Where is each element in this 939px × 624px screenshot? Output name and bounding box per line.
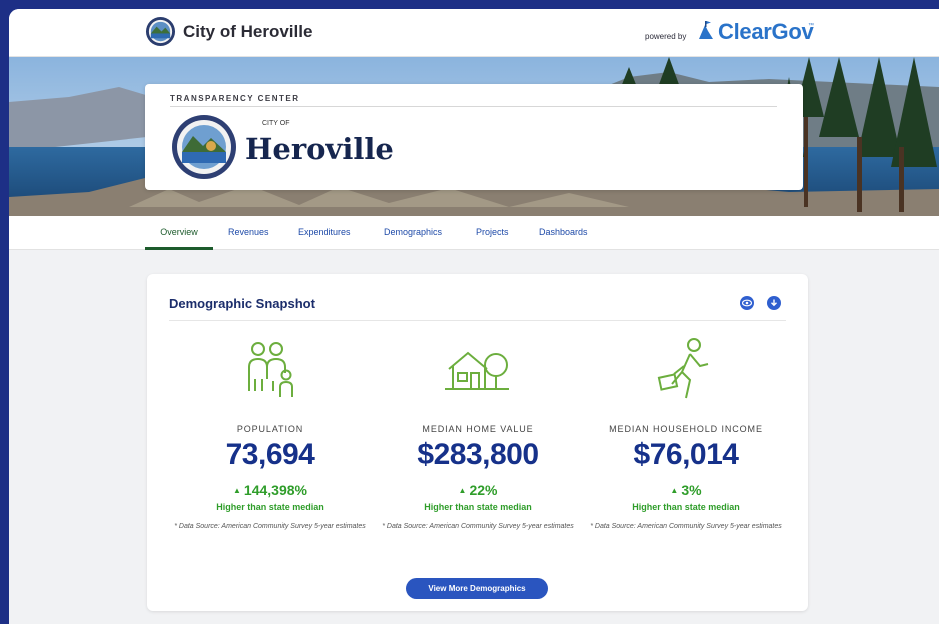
change-value: 144,398% [243, 482, 307, 498]
divider [170, 106, 777, 107]
transparency-center-card: TRANSPARENCY CENTER CITY OF Heroville [145, 84, 803, 190]
cleargov-brand[interactable]: ClearGov [718, 19, 814, 45]
comparison-text: Higher than state median [632, 502, 740, 512]
cleargov-logo-icon[interactable] [696, 19, 716, 41]
hero-banner: TRANSPARENCY CENTER CITY OF Heroville [9, 57, 939, 216]
eye-icon[interactable] [740, 296, 754, 310]
stat-change: ▲ 144,398% [163, 482, 377, 498]
tab-demographics[interactable]: Demographics [384, 216, 442, 250]
data-source-note: * Data Source: American Community Survey… [590, 523, 782, 530]
tab-projects[interactable]: Projects [476, 216, 509, 250]
browser-frame: City of Heroville powered by ClearGov ™ [9, 9, 939, 624]
tab-overview[interactable]: Overview [145, 216, 213, 250]
stat-label: MEDIAN HOUSEHOLD INCOME [609, 424, 763, 434]
median-home-value-stat: MEDIAN HOME VALUE $283,800 ▲ 22% Higher t… [371, 334, 585, 532]
transparency-center-label: TRANSPARENCY CENTER [170, 94, 300, 103]
house-icon [445, 351, 509, 390]
card-title: Demographic Snapshot [169, 296, 315, 311]
city-heading: Heroville [245, 132, 394, 166]
city-seal-icon [172, 115, 236, 179]
worker-icon [657, 338, 709, 399]
change-value: 22% [469, 482, 498, 498]
up-triangle-icon: ▲ [233, 486, 241, 495]
stat-value: 73,694 [225, 438, 315, 471]
powered-by-label: powered by [645, 32, 687, 41]
view-more-demographics-button[interactable]: View More Demographics [406, 578, 548, 599]
city-of-label: CITY OF [262, 120, 290, 127]
top-header: City of Heroville powered by ClearGov ™ [9, 9, 939, 57]
city-seal-icon[interactable] [145, 16, 176, 47]
up-triangle-icon: ▲ [458, 486, 467, 495]
stat-label: POPULATION [236, 424, 304, 434]
tab-expenditures[interactable]: Expenditures [298, 216, 351, 250]
main-tabs: Overview Revenues Expenditures Demograph… [9, 216, 939, 250]
trademark-mark: ™ [808, 23, 814, 29]
stat-value: $283,800 [417, 438, 539, 471]
stat-change: ▲ 22% [371, 482, 585, 498]
median-household-income-stat: MEDIAN HOUSEHOLD INCOME $76,014 ▲ 3% High… [579, 334, 793, 532]
population-stat: POPULATION 73,694 ▲ 144,398% Higher than … [163, 334, 377, 532]
data-source-note: * Data Source: American Community Survey… [382, 523, 574, 530]
tab-dashboards[interactable]: Dashboards [539, 216, 588, 250]
change-value: 3% [681, 482, 702, 498]
stat-label: MEDIAN HOME VALUE [422, 424, 534, 434]
family-icon [248, 342, 293, 397]
divider [169, 320, 786, 321]
download-icon[interactable] [767, 296, 781, 310]
comparison-text: Higher than state median [424, 502, 532, 512]
tab-revenues[interactable]: Revenues [228, 216, 269, 250]
demographic-snapshot-card: Demographic Snapshot POPULATION 73,694 ▲… [147, 274, 808, 611]
comparison-text: Higher than state median [216, 502, 324, 512]
stat-value: $76,014 [633, 438, 739, 471]
stat-change: ▲ 3% [579, 482, 793, 498]
up-triangle-icon: ▲ [670, 486, 679, 495]
data-source-note: * Data Source: American Community Survey… [174, 523, 366, 530]
city-name[interactable]: City of Heroville [183, 22, 312, 42]
